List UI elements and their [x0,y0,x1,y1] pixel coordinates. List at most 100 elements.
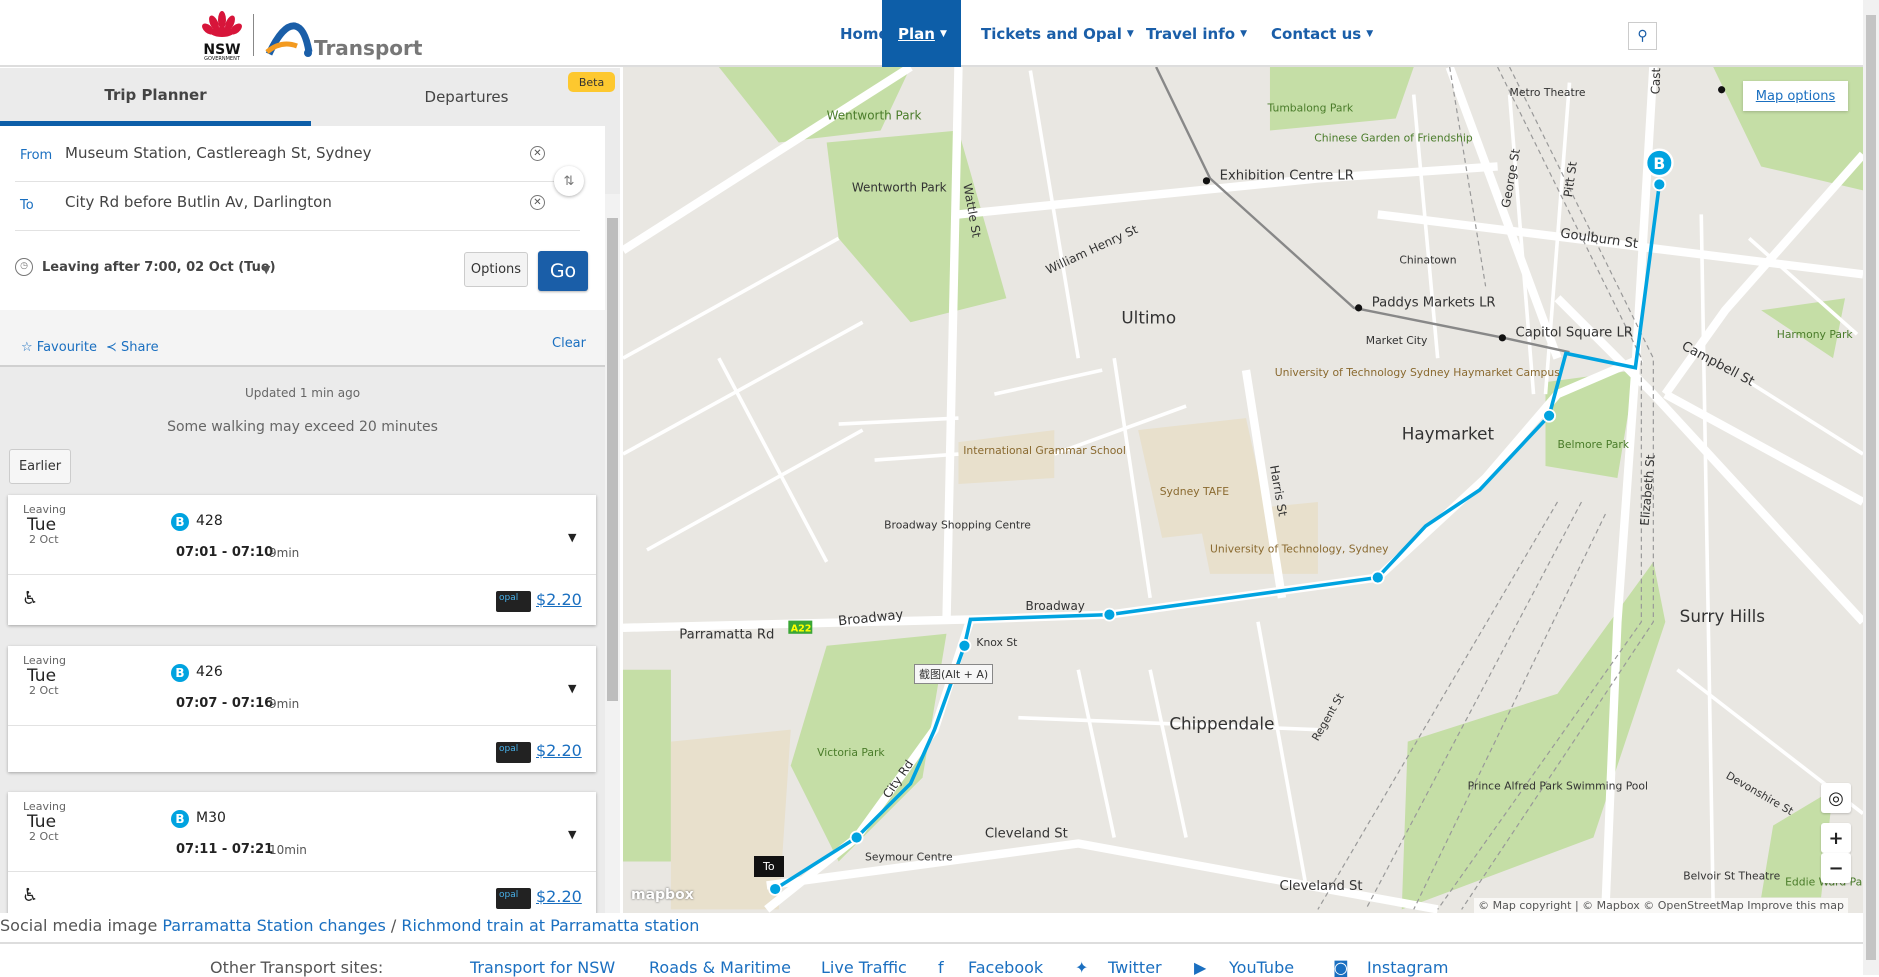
favourite-button[interactable]: ☆ Favourite [21,340,97,355]
map-label: University of Technology, Sydney [1210,542,1389,555]
divider [8,725,596,726]
locate-me-button[interactable]: ◎ [1821,783,1851,813]
options-button[interactable]: Options [464,252,528,287]
trip-day: Tue [27,812,57,832]
map-label: Exhibition Centre LR [1220,169,1354,184]
route-number: 428 [196,513,223,529]
footer-link-rms[interactable]: Roads & Maritime [649,958,791,977]
footer-link-facebook[interactable]: Facebook [968,958,1043,977]
zoom-out-button[interactable]: − [1821,853,1851,883]
social-link[interactable]: Richmond train at Parramatta station [401,916,699,935]
share-button[interactable]: ≺ Share [106,340,159,355]
nav-travel-label: Travel info [1146,24,1236,43]
trip-form: From Museum Station, Castlereagh St, Syd… [0,126,605,310]
footer-link-twitter[interactable]: Twitter [1108,958,1162,977]
caret-down-icon[interactable]: ▼ [262,263,270,276]
nav-tickets[interactable]: Tickets and Opal ▼ [965,0,1150,67]
divider [8,871,596,872]
nav-plan[interactable]: Plan ▼ [882,0,961,67]
map-label: Castlereagh St [1648,67,1665,95]
trip-time: 07:11 - 07:21 [176,842,274,857]
trip-result-card[interactable]: Leaving Tue 2 Oct B 428 07:01 - 07:10 9m… [8,495,596,625]
transport-logo-text[interactable]: Transport [314,36,422,60]
map-canvas[interactable]: B Ultimo Haymarket Chippendale Surry Hil… [623,67,1863,913]
trip-day: Tue [27,666,57,686]
trip-result-card[interactable]: Leaving Tue 2 Oct B 426 07:07 - 07:16 9m… [8,646,596,772]
instagram-icon: ◙ [1333,958,1349,977]
clear-from-icon[interactable]: ✕ [530,146,545,161]
star-icon: ☆ [21,340,33,355]
map[interactable]: B Ultimo Haymarket Chippendale Surry Hil… [623,67,1863,913]
map-label: International Grammar School [963,444,1126,457]
zoom-in-button[interactable]: + [1821,823,1851,853]
tab-trip-planner[interactable]: Trip Planner [0,68,311,126]
other-sites-label: Other Transport sites: [210,958,384,977]
caret-down-icon: ▼ [1240,28,1247,39]
map-label: Chinatown [1399,254,1456,267]
screenshot-tooltip: 截图(Alt + A) [914,664,994,684]
go-button[interactable]: Go [538,251,588,291]
nav-travel-info[interactable]: Travel info ▼ [1130,0,1263,67]
footer-link-instagram[interactable]: Instagram [1367,958,1448,977]
expand-chevron-icon[interactable]: ▼ [568,531,576,544]
footer-link-youtube[interactable]: YouTube [1229,958,1294,977]
route-number: 426 [196,664,223,680]
from-input[interactable]: Museum Station, Castlereagh St, Sydney [65,144,525,162]
government-text: GOVERNMENT [204,56,240,62]
footer-link-tfnsw[interactable]: Transport for NSW [470,958,615,977]
trip-duration: 10min [269,843,307,857]
a22-label: A22 [791,623,812,634]
wheelchair-icon: ♿ [22,588,39,609]
map-label: Chippendale [1169,714,1274,734]
expand-chevron-icon[interactable]: ▼ [568,828,576,841]
map-label: Knox St [976,636,1017,649]
share-icon: ≺ [106,340,117,355]
map-label: Ultimo [1121,307,1176,327]
opal-card-icon: opal [496,888,531,909]
map-label: Tumbalong Park [1267,101,1354,114]
nav-plan-label: Plan [898,24,935,43]
social-link[interactable]: Parramatta Station changes [162,916,385,935]
transport-logo-icon [265,22,313,57]
page-scrollbar-thumb[interactable] [1866,15,1876,960]
destination-marker[interactable]: To [754,856,784,877]
trip-result-card[interactable]: Leaving Tue 2 Oct B M30 07:11 - 07:21 10… [8,792,596,913]
to-input[interactable]: City Rd before Butlin Av, Darlington [65,193,525,211]
walking-note: Some walking may exceed 20 minutes [167,419,438,435]
start-marker[interactable]: B [1644,148,1674,178]
map-label: Belmore Park [1557,438,1629,451]
nsw-logo[interactable]: NSW GOVERNMENT [200,10,244,62]
clear-button[interactable]: Clear [552,336,586,351]
map-label: Sydney TAFE [1160,485,1230,498]
to-label: To [20,198,34,213]
map-label: Broadway [838,608,905,630]
map-label: Victoria Park [817,746,885,759]
map-label: Wentworth Park [852,181,947,195]
panel-scrollbar-thumb[interactable] [607,218,618,701]
clear-to-icon[interactable]: ✕ [530,195,545,210]
logo-divider [253,14,254,56]
updated-text: Updated 1 min ago [244,386,361,400]
nav-contact[interactable]: Contact us ▼ [1255,0,1389,67]
fare-link[interactable]: $2.20 [536,887,582,906]
footer-link-live-traffic[interactable]: Live Traffic [821,958,907,977]
map-label: Market City [1366,334,1428,347]
map-options-button[interactable]: Map options [1743,81,1848,111]
opal-card-icon: opal [496,742,531,763]
swap-locations-button[interactable]: ⇅ [554,166,584,196]
mapbox-logo[interactable]: mapbox [631,887,694,903]
trip-date: 2 Oct [29,533,59,546]
search-button[interactable]: ⚲ [1628,22,1657,50]
youtube-icon: ▶ [1194,958,1207,977]
map-attribution[interactable]: © Map copyright | © Mapbox © OpenStreetM… [1474,898,1848,913]
leaving-time-selector[interactable]: Leaving after 7:00, 02 Oct (Tue) [42,260,276,275]
map-label: Parramatta Rd [679,628,774,643]
caret-down-icon: ▼ [939,28,947,39]
fare-link[interactable]: $2.20 [536,741,582,760]
fare-link[interactable]: $2.20 [536,590,582,609]
map-label: Haymarket [1402,424,1495,444]
bus-icon: B [171,810,189,828]
expand-chevron-icon[interactable]: ▼ [568,682,576,695]
earlier-button[interactable]: Earlier [9,449,71,484]
favourite-label: Favourite [36,340,97,355]
